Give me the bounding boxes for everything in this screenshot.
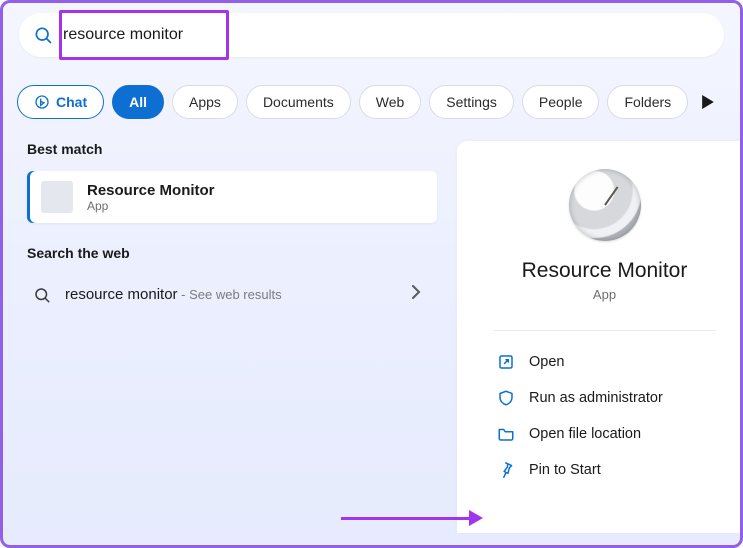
search-box[interactable] (19, 13, 724, 57)
filter-web-label: Web (376, 94, 405, 110)
filter-settings-label: Settings (446, 94, 497, 110)
app-icon (41, 181, 73, 213)
action-open-file-location[interactable]: Open file location (493, 417, 716, 451)
best-match-heading: Best match (27, 141, 437, 157)
resource-monitor-icon (569, 169, 641, 241)
folder-icon (497, 425, 515, 443)
filter-documents-label: Documents (263, 94, 334, 110)
open-icon (497, 353, 515, 371)
action-location-label: Open file location (529, 426, 641, 442)
chevron-right-icon (411, 285, 421, 304)
detail-header: Resource Monitor App (493, 169, 716, 331)
filters-overflow-arrow[interactable] (702, 95, 714, 109)
detail-subtitle: App (593, 287, 616, 302)
filter-all-label: All (129, 94, 147, 110)
results-area: Best match Resource Monitor App Search t… (3, 141, 740, 533)
filter-documents[interactable]: Documents (246, 85, 351, 119)
filter-chat-label: Chat (56, 94, 87, 110)
filter-folders-label: Folders (624, 94, 671, 110)
filter-row: Chat All Apps Documents Web Settings Peo… (17, 85, 726, 119)
filter-chat[interactable]: Chat (17, 85, 104, 119)
action-open[interactable]: Open (493, 345, 716, 379)
shield-icon (497, 389, 515, 407)
action-pin-to-start[interactable]: Pin to Start (493, 453, 716, 487)
detail-panel: Resource Monitor App Open Run as adminis… (457, 141, 740, 533)
search-input[interactable] (53, 26, 710, 44)
bing-chat-icon (34, 94, 50, 110)
detail-actions: Open Run as administrator Open file loca… (493, 345, 716, 487)
web-result-text: resource monitor - See web results (65, 286, 282, 304)
filter-web[interactable]: Web (359, 85, 422, 119)
filter-settings[interactable]: Settings (429, 85, 514, 119)
best-match-result[interactable]: Resource Monitor App (27, 171, 437, 223)
best-match-title: Resource Monitor (87, 182, 215, 199)
action-open-label: Open (529, 354, 564, 370)
results-left-column: Best match Resource Monitor App Search t… (3, 141, 443, 533)
action-pin-start-label: Pin to Start (529, 462, 601, 478)
web-search-result[interactable]: resource monitor - See web results (27, 275, 437, 314)
filter-apps[interactable]: Apps (172, 85, 238, 119)
web-result-query: resource monitor (65, 286, 178, 303)
windows-search-panel: Chat All Apps Documents Web Settings Peo… (0, 0, 743, 548)
pin-icon (497, 461, 515, 479)
search-icon (33, 286, 51, 304)
best-match-subtitle: App (87, 199, 215, 213)
web-result-hint: - See web results (178, 287, 282, 302)
detail-title: Resource Monitor (522, 259, 688, 283)
filter-apps-label: Apps (189, 94, 221, 110)
action-admin-label: Run as administrator (529, 390, 663, 406)
filter-people[interactable]: People (522, 85, 600, 119)
filter-all[interactable]: All (112, 85, 164, 119)
action-run-as-administrator[interactable]: Run as administrator (493, 381, 716, 415)
search-web-heading: Search the web (27, 245, 437, 261)
best-match-text: Resource Monitor App (87, 182, 215, 213)
filter-people-label: People (539, 94, 583, 110)
search-icon (33, 25, 53, 45)
filter-folders[interactable]: Folders (607, 85, 688, 119)
